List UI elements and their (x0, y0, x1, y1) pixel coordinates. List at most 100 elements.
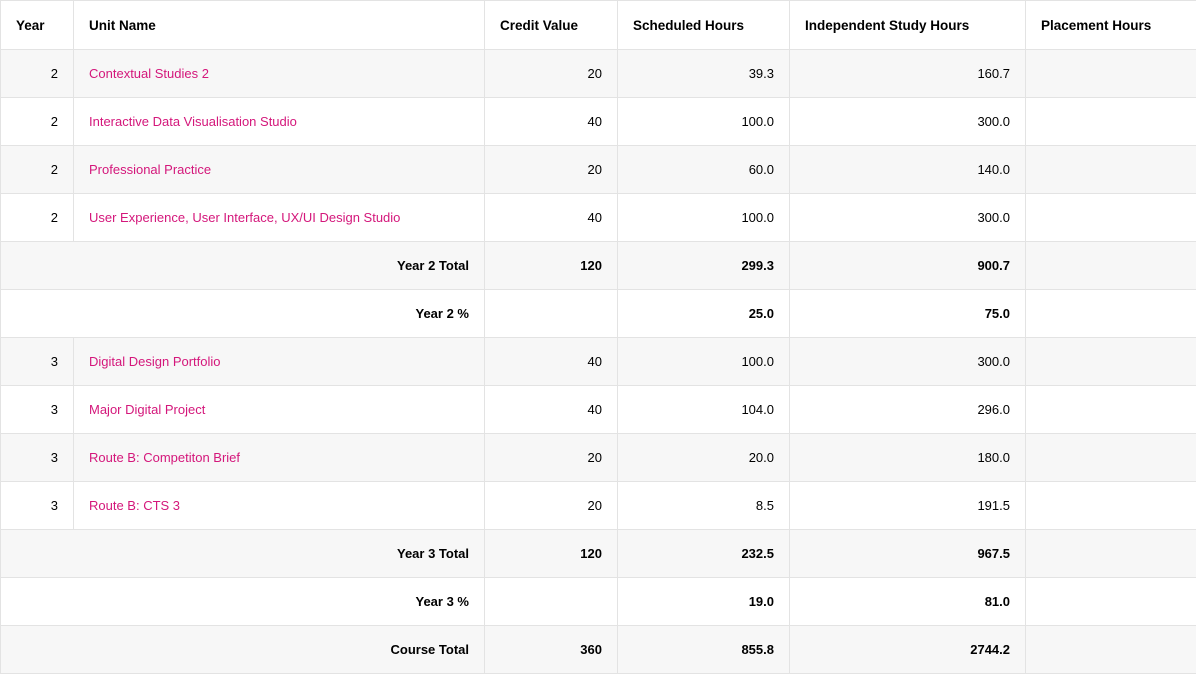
unit-name-cell: Professional Practice (73, 145, 485, 194)
year-cell: 3 (0, 385, 74, 434)
table-row: 3 Major Digital Project 40 104.0 296.0 (0, 385, 1196, 434)
scheduled-hours-cell: 855.8 (617, 625, 790, 674)
unit-link[interactable]: User Experience, User Interface, UX/UI D… (89, 210, 400, 225)
independent-hours-cell: 191.5 (789, 481, 1026, 530)
scheduled-hours-cell: 100.0 (617, 337, 790, 386)
independent-hours-cell: 900.7 (789, 241, 1026, 290)
unit-link[interactable]: Route B: CTS 3 (89, 498, 180, 513)
header-year: Year (0, 0, 74, 50)
header-placement-hours: Placement Hours (1025, 0, 1196, 50)
scheduled-hours-cell: 19.0 (617, 577, 790, 626)
summary-label: Course Total (0, 625, 485, 674)
year-cell: 2 (0, 97, 74, 146)
credit-cell: 120 (484, 241, 618, 290)
scheduled-hours-cell: 100.0 (617, 193, 790, 242)
credit-cell: 20 (484, 433, 618, 482)
table-row: 3 Digital Design Portfolio 40 100.0 300.… (0, 337, 1196, 386)
credit-cell: 40 (484, 337, 618, 386)
independent-hours-cell: 2744.2 (789, 625, 1026, 674)
placement-hours-cell (1025, 49, 1196, 98)
unit-name-cell: Route B: Competiton Brief (73, 433, 485, 482)
table-row: 2 Professional Practice 20 60.0 140.0 (0, 145, 1196, 194)
table-row: 2 Contextual Studies 2 20 39.3 160.7 (0, 49, 1196, 98)
unit-link[interactable]: Major Digital Project (89, 402, 205, 417)
credit-cell: 40 (484, 193, 618, 242)
year-cell: 2 (0, 49, 74, 98)
unit-link[interactable]: Professional Practice (89, 162, 211, 177)
placement-hours-cell (1025, 241, 1196, 290)
summary-label: Year 3 % (0, 577, 485, 626)
year-cell: 3 (0, 433, 74, 482)
placement-hours-cell (1025, 97, 1196, 146)
independent-hours-cell: 81.0 (789, 577, 1026, 626)
independent-hours-cell: 967.5 (789, 529, 1026, 578)
unit-name-cell: User Experience, User Interface, UX/UI D… (73, 193, 485, 242)
unit-link[interactable]: Interactive Data Visualisation Studio (89, 114, 297, 129)
scheduled-hours-cell: 104.0 (617, 385, 790, 434)
scheduled-hours-cell: 232.5 (617, 529, 790, 578)
table-body: 2 Contextual Studies 2 20 39.3 160.7 2 I… (0, 49, 1196, 674)
year-cell: 2 (0, 145, 74, 194)
placement-hours-cell (1025, 481, 1196, 530)
credit-cell: 120 (484, 529, 618, 578)
unit-name-cell: Interactive Data Visualisation Studio (73, 97, 485, 146)
independent-hours-cell: 300.0 (789, 337, 1026, 386)
year-cell: 3 (0, 481, 74, 530)
placement-hours-cell (1025, 433, 1196, 482)
independent-hours-cell: 296.0 (789, 385, 1026, 434)
credit-cell (484, 577, 618, 626)
credit-cell: 20 (484, 145, 618, 194)
independent-hours-cell: 300.0 (789, 193, 1026, 242)
header-unit-name: Unit Name (73, 0, 485, 50)
credit-cell (484, 289, 618, 338)
year-cell: 3 (0, 337, 74, 386)
summary-label: Year 2 % (0, 289, 485, 338)
header-independent-study-hours: Independent Study Hours (789, 0, 1026, 50)
scheduled-hours-cell: 299.3 (617, 241, 790, 290)
unit-hours-table: Year Unit Name Credit Value Scheduled Ho… (0, 0, 1196, 674)
placement-hours-cell (1025, 385, 1196, 434)
scheduled-hours-cell: 39.3 (617, 49, 790, 98)
placement-hours-cell (1025, 337, 1196, 386)
scheduled-hours-cell: 100.0 (617, 97, 790, 146)
unit-name-cell: Digital Design Portfolio (73, 337, 485, 386)
table-header: Year Unit Name Credit Value Scheduled Ho… (0, 0, 1196, 50)
independent-hours-cell: 160.7 (789, 49, 1026, 98)
independent-hours-cell: 75.0 (789, 289, 1026, 338)
summary-row-course-total: Course Total 360 855.8 2744.2 (0, 625, 1196, 674)
summary-label: Year 3 Total (0, 529, 485, 578)
placement-hours-cell (1025, 145, 1196, 194)
table-row: 3 Route B: CTS 3 20 8.5 191.5 (0, 481, 1196, 530)
placement-hours-cell (1025, 577, 1196, 626)
placement-hours-cell (1025, 625, 1196, 674)
independent-hours-cell: 140.0 (789, 145, 1026, 194)
independent-hours-cell: 180.0 (789, 433, 1026, 482)
unit-link[interactable]: Route B: Competiton Brief (89, 450, 240, 465)
scheduled-hours-cell: 60.0 (617, 145, 790, 194)
year-cell: 2 (0, 193, 74, 242)
unit-name-cell: Contextual Studies 2 (73, 49, 485, 98)
header-row: Year Unit Name Credit Value Scheduled Ho… (0, 0, 1196, 50)
scheduled-hours-cell: 8.5 (617, 481, 790, 530)
unit-name-cell: Major Digital Project (73, 385, 485, 434)
summary-row-year-3-percent: Year 3 % 19.0 81.0 (0, 577, 1196, 626)
unit-name-cell: Route B: CTS 3 (73, 481, 485, 530)
placement-hours-cell (1025, 529, 1196, 578)
credit-cell: 40 (484, 97, 618, 146)
header-scheduled-hours: Scheduled Hours (617, 0, 790, 50)
unit-link[interactable]: Digital Design Portfolio (89, 354, 221, 369)
summary-label: Year 2 Total (0, 241, 485, 290)
table-row: 2 Interactive Data Visualisation Studio … (0, 97, 1196, 146)
table-row: 3 Route B: Competiton Brief 20 20.0 180.… (0, 433, 1196, 482)
summary-row-year-2-total: Year 2 Total 120 299.3 900.7 (0, 241, 1196, 290)
credit-cell: 360 (484, 625, 618, 674)
placement-hours-cell (1025, 193, 1196, 242)
table-row: 2 User Experience, User Interface, UX/UI… (0, 193, 1196, 242)
credit-cell: 20 (484, 481, 618, 530)
credit-cell: 40 (484, 385, 618, 434)
summary-row-year-3-total: Year 3 Total 120 232.5 967.5 (0, 529, 1196, 578)
unit-link[interactable]: Contextual Studies 2 (89, 66, 209, 81)
credit-cell: 20 (484, 49, 618, 98)
placement-hours-cell (1025, 289, 1196, 338)
scheduled-hours-cell: 20.0 (617, 433, 790, 482)
